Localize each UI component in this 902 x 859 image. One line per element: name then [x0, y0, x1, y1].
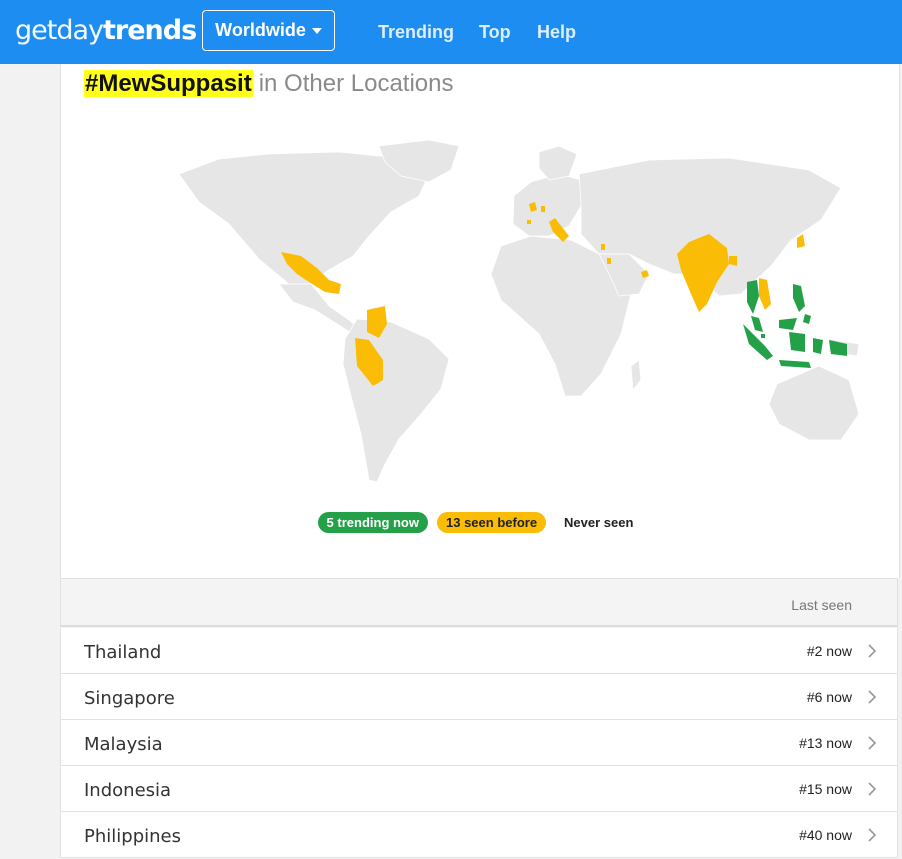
chevron-right-icon	[868, 782, 877, 796]
table-header: Last seen	[60, 578, 898, 627]
country-name: Thailand	[84, 642, 162, 663]
table-row[interactable]: Indonesia #15 now	[60, 766, 898, 812]
nav-top-link[interactable]: Top	[479, 22, 511, 43]
top-navbar: getdaytrends Worldwide Trending Top Help	[0, 0, 902, 64]
region-label: Worldwide	[215, 20, 306, 40]
rank-status: #15 now	[799, 781, 852, 797]
locations-table: Thailand #2 now Singapore #6 now Malaysi…	[60, 628, 898, 858]
map-legend: 5 trending now 13 seen before Never seen	[61, 512, 899, 533]
table-row[interactable]: Malaysia #13 now	[60, 720, 898, 766]
nav-help-link[interactable]: Help	[537, 22, 576, 43]
rank-status: #13 now	[799, 735, 852, 751]
site-logo[interactable]: getdaytrends	[15, 14, 197, 48]
section-heading: #MewSuppasit in Other Locations	[84, 68, 453, 100]
region-dropdown-button[interactable]: Worldwide	[202, 10, 335, 51]
hashtag-title: #MewSuppasit	[84, 70, 253, 97]
scandinavia-shape	[538, 145, 578, 181]
table-row[interactable]: Singapore #6 now	[60, 674, 898, 720]
vietnam-shape	[759, 278, 771, 310]
world-map[interactable]	[129, 134, 864, 494]
last-seen-column-header: Last seen	[791, 597, 852, 613]
country-name: Malaysia	[84, 734, 163, 755]
chevron-right-icon	[868, 736, 877, 750]
heading-subtitle: in Other Locations	[258, 70, 454, 97]
central-america-shape	[278, 283, 362, 335]
country-name: Indonesia	[84, 780, 172, 801]
rank-status: #40 now	[799, 827, 852, 843]
chevron-right-icon	[868, 690, 877, 704]
madagascar-shape	[630, 359, 642, 392]
rank-status: #6 now	[806, 689, 852, 705]
singapore-marker-shape	[761, 334, 765, 338]
malaysia-shape	[751, 316, 797, 332]
japan-shape	[797, 234, 805, 248]
country-name: Singapore	[84, 688, 175, 709]
europe-shape	[512, 173, 582, 237]
table-row[interactable]: Thailand #2 now	[60, 628, 898, 674]
nav-trending-link[interactable]: Trending	[378, 22, 454, 43]
australia-shape	[768, 365, 860, 441]
rank-status: #2 now	[806, 643, 852, 659]
caret-down-icon	[311, 27, 322, 34]
table-row[interactable]: Philippines #40 now	[60, 812, 898, 858]
country-name: Philippines	[84, 826, 181, 847]
chevron-right-icon	[868, 644, 877, 658]
philippines-shape	[793, 284, 811, 324]
never-seen-badge: Never seen	[555, 512, 643, 533]
seen-before-badge: 13 seen before	[437, 512, 547, 533]
chevron-right-icon	[868, 828, 877, 842]
trending-now-badge: 5 trending now	[317, 512, 428, 533]
thailand-shape	[747, 280, 759, 314]
locations-card: #MewSuppasit in Other Locations 5 trendi…	[60, 64, 900, 578]
